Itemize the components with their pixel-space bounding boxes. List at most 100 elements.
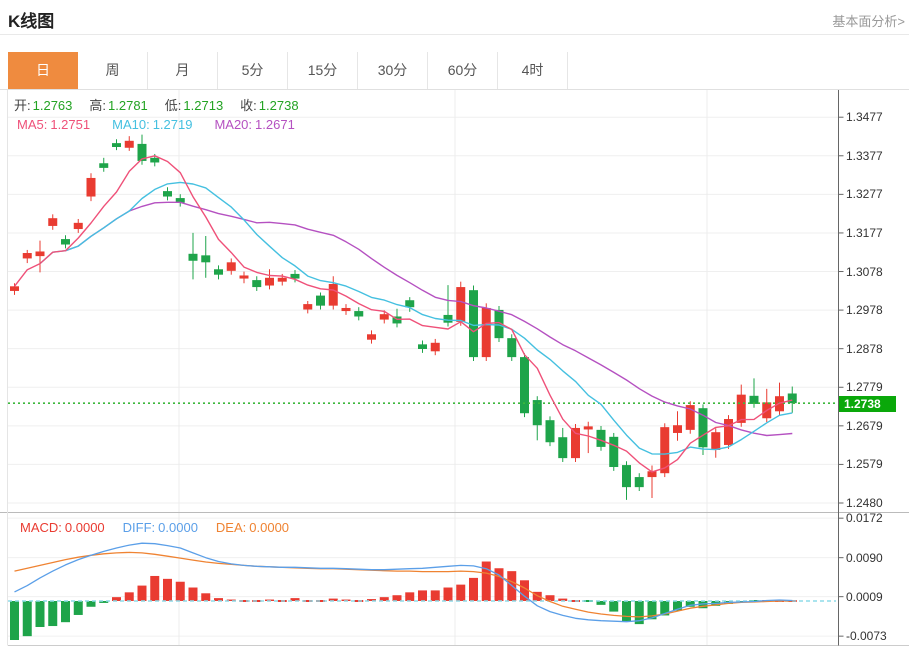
candle [86,177,96,197]
macd-axis-label: -0.0073 [846,629,887,644]
price-axis-label: 1.2978 [846,303,883,318]
macd-bar [443,587,453,601]
candle [520,357,529,414]
candle [443,314,453,323]
tab-30分[interactable]: 30分 [358,52,428,89]
macd-axis-label: 0.0009 [846,589,883,604]
ohlc-value: 1.2713 [183,98,224,113]
macd-bar [418,590,427,601]
ma_legend-value: 1.2751 [50,117,91,132]
macd-readout: MACD: 0.0000 DIFF: 0.0000 DEA: 0.0000 [20,520,289,535]
candle [481,307,491,358]
macd-bar [86,601,96,607]
candle [634,477,644,488]
macd-bar [61,601,70,623]
ma-readout: MA5: 1.2751 MA10: 1.2719 MA20: 1.2671 [17,117,295,132]
candle [418,344,427,349]
macd-axis-label: 0.0172 [846,511,883,526]
candle [596,429,606,447]
candle [112,143,121,147]
candle [558,437,568,459]
price-axis-label: 1.2579 [846,457,883,472]
ohlc-value: 1.2763 [32,98,73,113]
ma_legend-item: MA20: 1.2671 [214,117,294,132]
candle [73,222,83,230]
ma_legend-label: MA20: [214,117,253,132]
candle [150,157,160,163]
macd-bar [124,592,134,601]
candle [316,295,325,306]
candle [22,253,32,259]
price-axis-label: 1.3277 [846,187,883,202]
macd_legend-item: DIFF: 0.0000 [123,520,198,535]
ohlc-item: 开: 1.2763 [14,95,72,114]
ohlc-readout: 开: 1.2763 高: 1.2781 低: 1.2713 收: 1.2738 [14,95,299,114]
candle [277,277,287,282]
price-axis-label: 1.3078 [846,264,883,279]
ma_legend-value: 1.2671 [255,117,295,132]
macd-bar [10,601,19,641]
ma_legend-item: MA10: 1.2719 [112,117,192,132]
price-axis-label: 1.3377 [846,148,883,163]
candle [545,420,555,443]
ohlc-item: 收: 1.2738 [240,95,298,114]
macd-bar [73,601,83,615]
ma_legend-value: 1.2719 [152,117,193,132]
tab-周[interactable]: 周 [78,52,148,89]
candle [328,283,338,306]
macd_legend-value: 0.0000 [249,520,290,535]
macd_legend-item: MACD: 0.0000 [20,520,105,535]
tab-4时[interactable]: 4时 [498,52,568,89]
macd-bar [188,587,198,601]
macd-bar [430,590,440,601]
interval-tabbar: 日周月 5分 15分 30分 60分 4时 [0,52,909,90]
tab-15分[interactable]: 15分 [288,52,358,89]
macd-bar [622,601,631,622]
macd_legend-label: DIFF: [122,520,156,535]
ohlc-label: 高: [89,98,107,113]
tab-5分[interactable]: 5分 [218,52,288,89]
ohlc-label: 收: [240,98,257,113]
candle [10,286,19,291]
candle [609,436,619,468]
candle [673,425,682,433]
macd-bar [48,601,58,627]
ohlc-item: 高: 1.2781 [89,95,147,114]
candle [456,287,466,322]
macd_legend-item: DEA: 0.0000 [216,520,289,535]
macd_legend-value: 0.0000 [64,520,105,535]
tab-月[interactable]: 月 [148,52,218,89]
kline-widget: K线图 基本面分析> 日周月 5分 15分 30分 60分 4时 开: 1.2763 高: 1.… [0,0,909,647]
ohlc-label: 开: [14,98,31,113]
macd-bar [150,575,160,601]
candle [35,251,45,257]
candle [124,140,134,148]
macd-axis-label: 0.0090 [846,550,883,565]
macd-bar [22,601,32,637]
ohlc-label: 低: [164,98,182,113]
candle [188,253,198,261]
ohlc-item: 低: 1.2713 [165,95,223,114]
macd-bar [392,595,402,601]
candle [99,163,109,168]
candle [239,275,249,279]
candle [252,280,262,288]
candle [265,277,274,286]
ma_legend-label: MA5: [17,117,48,132]
macd-bar [405,592,415,601]
page-title: K线图 [8,12,55,31]
price-axis-label: 1.2679 [846,418,883,433]
candle [583,426,593,430]
candle [787,393,797,404]
current-price-badge: 1.2738 [839,396,896,412]
candle [214,269,223,275]
price-axis-label: 1.3177 [846,225,883,240]
candle [48,218,58,226]
candle [507,338,517,358]
fundamental-analysis-link[interactable]: 基本面分析> [832,11,905,30]
tab-60分[interactable]: 60分 [428,52,498,89]
macd_legend-label: DEA: [215,520,247,535]
candle [736,394,746,423]
tab-日[interactable]: 日 [8,52,78,89]
price-axis-label: 1.2878 [846,341,883,356]
